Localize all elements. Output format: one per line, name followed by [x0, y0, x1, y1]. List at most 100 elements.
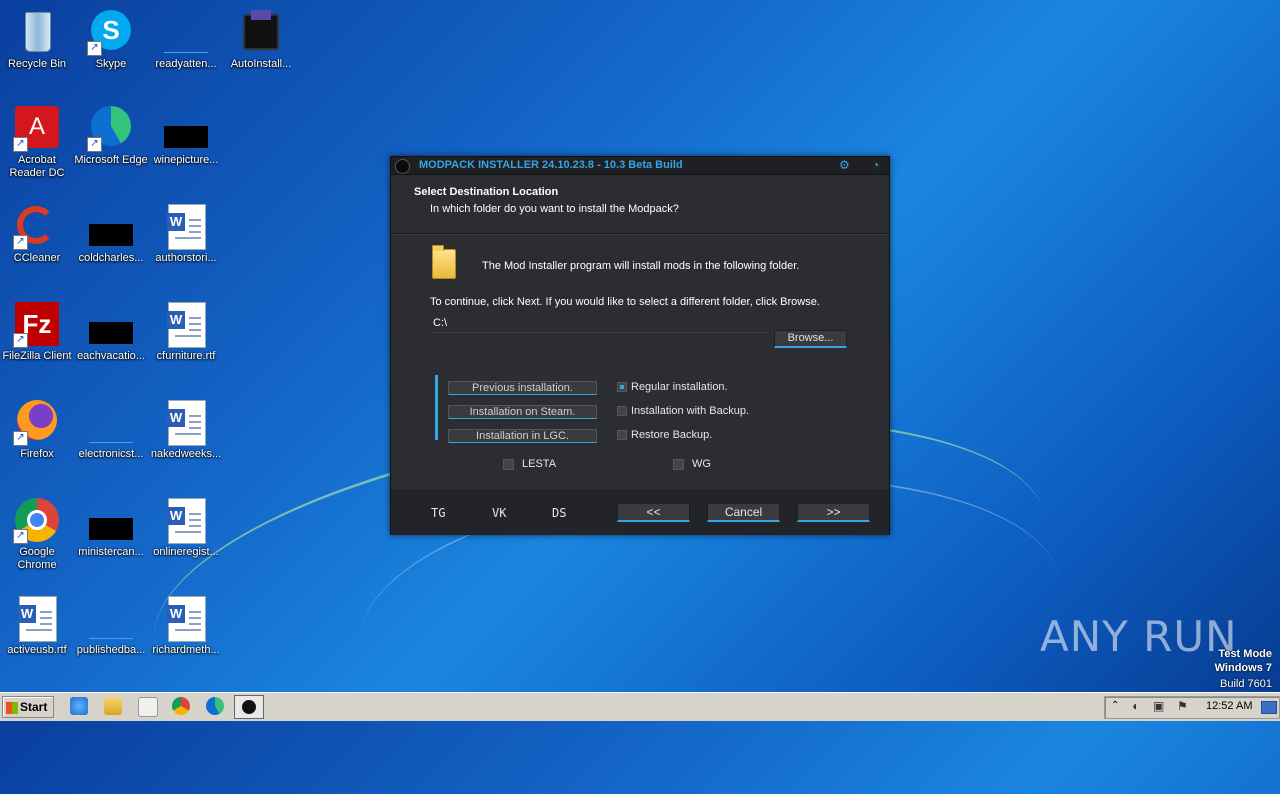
instruction-text: To continue, click Next. If you would li…: [430, 296, 820, 308]
radio-icon: [617, 406, 627, 417]
options-accent-bar: [435, 375, 438, 440]
filezilla-icon: Fz ↗: [13, 300, 61, 348]
dialog-header: Select Destination Location In which fol…: [391, 175, 889, 233]
chrome-taskbar-icon[interactable]: [172, 697, 190, 715]
desktop-icon-electronicst[interactable]: electronicst...: [74, 398, 148, 461]
desktop-icon-nakedweeks[interactable]: W nakedweeks...: [149, 398, 223, 461]
firefox-icon: ↗: [13, 398, 61, 446]
desktop-icon-eachvacation[interactable]: eachvacatio...: [74, 300, 148, 363]
regular-installation-radio[interactable]: Regular installation.: [617, 381, 728, 393]
radio-icon: [617, 430, 627, 441]
file-icon: [162, 8, 210, 56]
checkbox-icon: [673, 458, 684, 470]
installer-app-icon: [242, 700, 256, 714]
vk-link[interactable]: VK: [492, 506, 506, 520]
start-button[interactable]: Start: [2, 696, 54, 718]
desktop-icon-winepicture[interactable]: winepicture...: [149, 104, 223, 167]
lesta-checkbox[interactable]: LESTA: [503, 458, 556, 470]
taskbar: Start ⌃ ◖ ▣ ⚑ 12:52 AM: [0, 692, 1280, 721]
file-icon: [87, 300, 135, 348]
next-button[interactable]: >>: [797, 503, 870, 522]
desktop-icon-richardmeth[interactable]: W richardmeth...: [149, 594, 223, 657]
installation-on-steam-button[interactable]: Installation on Steam.: [448, 405, 597, 419]
dialog-footer: TG VK DS << Cancel >>: [391, 490, 889, 535]
chrome-icon: ↗: [13, 496, 61, 544]
ccleaner-icon: ↗: [13, 202, 61, 250]
restore-backup-radio[interactable]: Restore Backup.: [617, 429, 712, 441]
recycle-bin-icon: [13, 8, 61, 56]
destination-path-input[interactable]: C:\: [430, 314, 769, 333]
windows-flag-icon: [6, 701, 18, 714]
word-document-icon: W: [162, 496, 210, 544]
show-hidden-icons-icon[interactable]: ⌃: [1111, 700, 1119, 711]
tg-link[interactable]: TG: [431, 506, 445, 520]
installer-dialog: MODPACK INSTALLER 24.10.23.8 - 10.3 Beta…: [390, 156, 890, 535]
ie-taskbar-icon[interactable]: [70, 697, 88, 715]
page-subheading: In which folder do you want to install t…: [430, 203, 679, 215]
desktop-icon-onlineregist[interactable]: W onlineregist...: [149, 496, 223, 559]
test-mode-text: Test Mode: [1218, 648, 1272, 660]
clock[interactable]: 12:52 AM: [1206, 700, 1252, 712]
edge-icon: ↗: [87, 104, 135, 152]
desktop-icon-recycle-bin[interactable]: Recycle Bin: [0, 8, 74, 71]
autoinstall-box-icon: [237, 8, 285, 56]
edge-taskbar-icon[interactable]: [206, 697, 224, 715]
word-document-icon: W: [162, 202, 210, 250]
desktop-icon-skype[interactable]: S ↗ Skype: [74, 8, 148, 71]
settings-gear-icon[interactable]: ⚙: [839, 158, 850, 172]
file-icon: [162, 104, 210, 152]
file-icon: [87, 398, 135, 446]
acrobat-icon: A ↗: [13, 104, 61, 152]
minimize-swirl-icon[interactable]: ◔: [872, 158, 879, 172]
desktop-icon-coldcharles[interactable]: coldcharles...: [74, 202, 148, 265]
network-icon[interactable]: ▣: [1153, 699, 1164, 713]
desktop-icon-acrobat[interactable]: A ↗ Acrobat Reader DC: [0, 104, 74, 180]
windows-version-text: Windows 7: [1214, 662, 1272, 674]
intro-text: The Mod Installer program will install m…: [482, 260, 800, 272]
desktop-icon-publishedba[interactable]: publishedba...: [74, 594, 148, 657]
system-tray: ⌃ ◖ ▣ ⚑: [1104, 696, 1280, 719]
app-logo-icon: [395, 159, 410, 174]
word-document-icon: W: [162, 398, 210, 446]
ds-link[interactable]: DS: [552, 506, 566, 520]
explorer-taskbar-icon[interactable]: [104, 697, 122, 715]
desktop-icon-cfurniture[interactable]: W cfurniture.rtf: [149, 300, 223, 363]
desktop-icon-ccleaner[interactable]: ↗ CCleaner: [0, 202, 74, 265]
desktop-icon-firefox[interactable]: ↗ Firefox: [0, 398, 74, 461]
dialog-titlebar[interactable]: MODPACK INSTALLER 24.10.23.8 - 10.3 Beta…: [391, 157, 889, 175]
installation-with-backup-radio[interactable]: Installation with Backup.: [617, 405, 749, 417]
browse-button[interactable]: Browse...: [774, 330, 847, 348]
wg-checkbox[interactable]: WG: [673, 458, 711, 470]
media-player-taskbar-icon[interactable]: [138, 697, 158, 717]
folder-icon: [432, 245, 456, 279]
word-document-icon: W: [162, 594, 210, 642]
desktop-icon-ministercan[interactable]: ministercan...: [74, 496, 148, 559]
desktop-icon-edge[interactable]: ↗ Microsoft Edge: [74, 104, 148, 167]
file-icon: [87, 496, 135, 544]
back-button[interactable]: <<: [617, 503, 690, 522]
desktop-icon-readyatten[interactable]: readyatten...: [149, 8, 223, 71]
anyrun-watermark: ANY RUN: [1040, 612, 1238, 661]
dialog-body: The Mod Installer program will install m…: [391, 235, 889, 487]
volume-icon[interactable]: ◖: [1131, 699, 1138, 713]
desktop-icon-authorstori[interactable]: W authorstori...: [149, 202, 223, 265]
file-icon: [87, 202, 135, 250]
installation-in-lgc-button[interactable]: Installation in LGC.: [448, 429, 597, 443]
show-desktop-icon[interactable]: [1261, 701, 1277, 714]
desktop-icon-autoinstall[interactable]: AutoInstall...: [224, 8, 298, 71]
desktop-icon-filezilla[interactable]: Fz ↗ FileZilla Client: [0, 300, 74, 363]
file-icon: [87, 594, 135, 642]
dialog-title: MODPACK INSTALLER 24.10.23.8 - 10.3 Beta…: [419, 159, 683, 171]
skype-icon: S ↗: [87, 8, 135, 56]
word-document-icon: W: [162, 300, 210, 348]
cancel-button[interactable]: Cancel: [707, 503, 780, 522]
action-center-flag-icon[interactable]: ⚑: [1177, 699, 1188, 713]
previous-installation-button[interactable]: Previous installation.: [448, 381, 597, 395]
desktop-icon-chrome[interactable]: ↗ Google Chrome: [0, 496, 74, 572]
word-document-icon: W: [13, 594, 61, 642]
installer-taskbar-button[interactable]: [234, 695, 264, 719]
radio-selected-icon: [617, 382, 627, 393]
page-heading: Select Destination Location: [414, 186, 559, 198]
checkbox-icon: [503, 458, 514, 470]
desktop-icon-activeusb[interactable]: W activeusb.rtf: [0, 594, 74, 657]
